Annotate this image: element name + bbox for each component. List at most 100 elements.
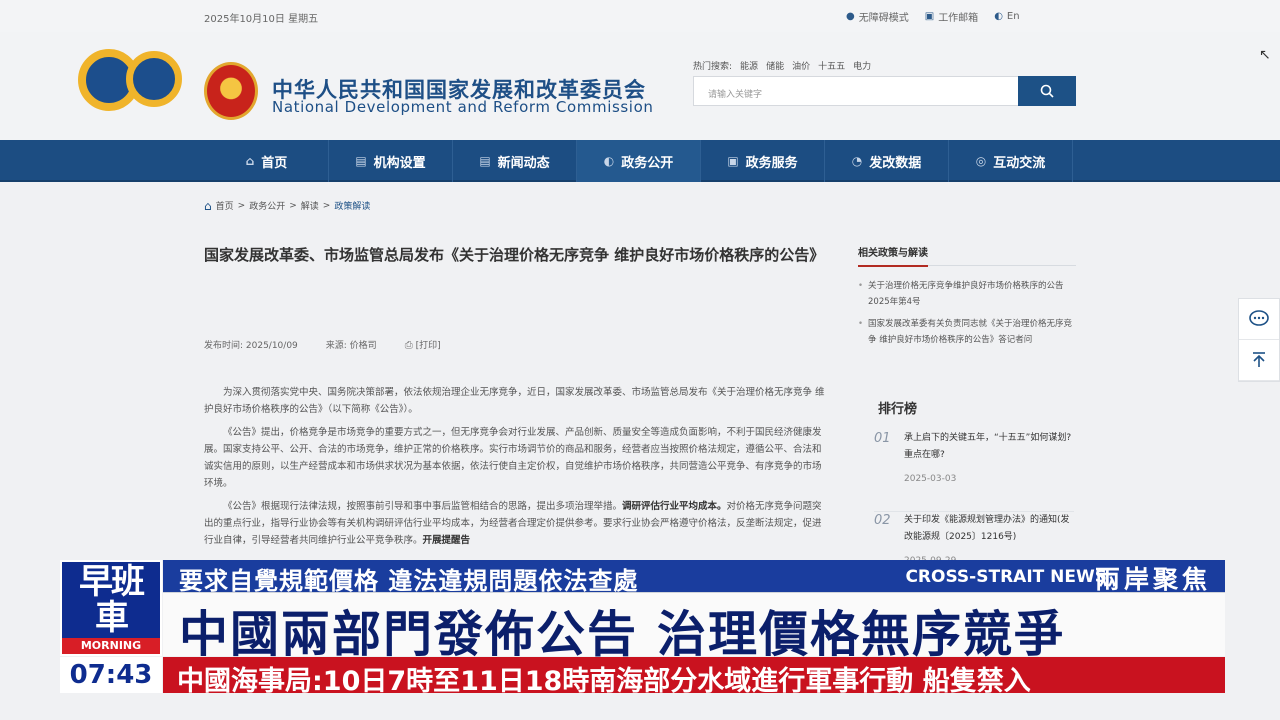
nav-services[interactable]: ▣ 政务服务 [701,140,825,182]
article-paragraph: 为深入贯彻落实党中央、国务院决策部署，依法依规治理企业无序竞争，近日，国家发展改… [204,387,825,415]
ranking-text: 承上启下的关键五年，“十五五”如何谋划? 重点在哪? 2025-03-03 [904,430,1072,511]
ndrc-logo[interactable] [78,49,182,117]
chat-icon: ◎ [975,154,987,168]
nav-label: 机构设置 [373,155,426,171]
national-emblem-icon [204,62,258,120]
paragraph-bold: 调研评估行业平均成本。 [622,501,727,512]
home-icon: ⌂ [204,198,212,213]
english-label: En [1006,11,1020,22]
chart-icon: ◔ [851,154,863,168]
segment-name-cn: 兩岸聚焦 [1094,565,1211,594]
accessibility-link[interactable]: ● 无障碍模式 [846,9,909,24]
mail-icon: ▣ [924,10,935,22]
ranking-number: 01 [874,431,891,446]
article-meta: 发布时间: 2025/10/09 来源: 价格司 ⎙ [打印] [204,338,441,352]
logo-kanji: 早班車 [79,562,145,638]
hot-term[interactable]: 油价 [792,59,810,72]
nav-label: 发改数据 [869,155,922,171]
search-button[interactable] [1018,76,1076,106]
subtitle-bar: 要求自覺規範價格 違法違規問題依法查處 CROSS-STRAIT NEWS 兩岸… [163,560,1225,595]
globe-icon: ◐ [994,10,1003,22]
related-policies-title: 相关政策与解读 [858,244,928,267]
logo-ring-right [126,51,182,107]
hot-term[interactable]: 储能 [766,59,784,72]
comment-icon [1249,310,1269,326]
arrow-up-icon [1253,352,1265,367]
related-policy-item[interactable]: 关于治理价格无序竞争维护良好市场价格秩序的公告 2025年第4号 [858,278,1076,310]
nav-interaction[interactable]: ◎ 互动交流 [949,140,1073,182]
breadcrumb-current[interactable]: 政策解读 [334,199,370,212]
hot-search: 热门搜索: 能源 储能 油价 十五五 电力 [693,59,871,72]
nav-home[interactable]: ⌂ 首页 [205,140,329,182]
service-icon: ▣ [727,154,739,168]
top-utility-bar: 2025年10月10日 星期五 ● 无障碍模式 ▣ 工作邮箱 ◐ En [0,0,1280,32]
hot-term[interactable]: 能源 [740,59,758,72]
nav-data[interactable]: ◔ 发改数据 [825,140,949,182]
building-icon: ▤ [355,154,367,168]
news-headline: 中國兩部門發佈公告 治理價格無序競爭 [179,606,1066,663]
globe-icon: ◐ [603,154,615,168]
nav-government-affairs[interactable]: ◐ 政务公开 [577,140,701,182]
mouse-cursor-icon: ↖ [1259,47,1271,63]
nav-label: 政务公开 [621,155,674,171]
related-policy-item[interactable]: 国家发展改革委有关负责同志就《关于治理价格无序竞争 维护良好市场价格秩序的公告》… [858,316,1076,348]
hot-search-label: 热门搜索: [693,62,733,72]
ranking-item[interactable]: 01 承上启下的关键五年，“十五五”如何谋划? 重点在哪? 2025-03-03 [874,430,1074,512]
nav-label: 首页 [261,155,288,171]
back-to-top-button[interactable] [1239,340,1279,381]
nav-label: 互动交流 [993,155,1046,171]
news-ticker: 中國海事局:10日7時至11日18時南海部分水域進行軍事行動 船隻禁入 [163,657,1225,697]
paragraph-bold: 开展提醒告 [422,535,471,546]
document-icon: ▤ [479,154,491,168]
breadcrumb-separator: > [289,200,297,211]
accessibility-label: 无障碍模式 [858,13,909,24]
segment-name-en: CROSS-STRAIT NEWS [905,567,1107,587]
org-name-en: National Development and Reform Commissi… [272,98,654,116]
work-mail-label: 工作邮箱 [938,13,979,24]
hot-term[interactable]: 电力 [853,59,871,72]
nav-label: 政务服务 [745,155,798,171]
news-subtitle: 要求自覺規範價格 違法違規問題依法查處 [179,567,639,595]
print-label: [打印] [415,341,441,351]
article-body: 为深入贯彻落实党中央、国务院决策部署，依法依规治理企业无序竞争，近日，国家发展改… [204,384,826,555]
related-policies-header: 相关政策与解读 [858,244,1076,267]
utility-links: ● 无障碍模式 ▣ 工作邮箱 ◐ En [846,9,1020,24]
site-header: 中华人民共和国国家发展和改革委员会 National Development a… [0,32,1280,140]
breadcrumb: ⌂ 首页 > 政务公开 > 解读 > 政策解读 [204,198,370,213]
nav-organization[interactable]: ▤ 机构设置 [329,140,453,182]
comment-button[interactable] [1239,299,1279,340]
breadcrumb-item[interactable]: 政务公开 [249,199,285,212]
article-paragraph: 《公告》提出，价格竞争是市场竞争的重要方式之一，但无序竞争会对行业发展、产品创新… [204,427,822,489]
printer-icon: ⎙ [404,340,413,351]
main-nav: ⌂ 首页 ▤ 机构设置 ▤ 新闻动态 ◐ 政务公开 ▣ 政务服务 ◔ 发改数据 ◎ 互动交流 [0,140,1280,182]
breadcrumb-item[interactable]: 首页 [216,199,234,212]
breadcrumb-item[interactable]: 解读 [301,199,319,212]
search-icon [1040,84,1054,98]
article-title: 国家发展改革委、市场监管总局发布《关于治理价格无序竞争 维护良好市场价格秩序的公… [204,246,825,264]
ranking-item-date: 2025-03-03 [904,474,957,484]
home-icon: ⌂ [245,154,255,168]
current-date: 2025年10月10日 星期五 [204,14,319,25]
ticker-text: 中國海事局:10日7時至11日18時南海部分水域進行軍事行動 船隻禁入 [177,666,1031,697]
paragraph-text: 《公告》根据现行法律法规，按照事前引导和事中事后监管相结合的思路，提出多项治理举… [223,501,623,512]
breadcrumb-separator: > [237,200,246,211]
ranking-title: 排行榜 [878,402,918,417]
nav-news[interactable]: ▤ 新闻动态 [453,140,577,182]
breadcrumb-separator: > [322,200,331,211]
english-link[interactable]: ◐ En [994,9,1019,24]
floating-toolbar [1238,298,1280,382]
morning-news-logo: 早班車 MORNING NEWS [60,560,162,668]
print-button[interactable]: ⎙ [打印] [404,338,441,352]
hot-term[interactable]: 十五五 [818,59,845,72]
ranking-item-title: 承上启下的关键五年，“十五五”如何谋划? 重点在哪? [904,433,1072,460]
work-mail-link[interactable]: ▣ 工作邮箱 [925,9,978,24]
search-input[interactable]: 请输入关键字 [693,76,1019,106]
headline-bar: 中國兩部門發佈公告 治理價格無序競爭 [163,592,1225,663]
logo-english: MORNING NEWS [62,638,160,668]
related-policies-list: 关于治理价格无序竞争维护良好市场价格秩序的公告 2025年第4号 国家发展改革委… [858,278,1076,354]
ranking-item-title: 关于印发《能源规划管理办法》的通知(发改能源规〔2025〕1216号) [904,515,1070,542]
publish-date: 发布时间: 2025/10/09 [204,341,298,351]
location-pin-icon: ● [846,10,855,22]
nav-label: 新闻动态 [497,155,550,171]
broadcast-clock: 07:43 [60,657,162,693]
